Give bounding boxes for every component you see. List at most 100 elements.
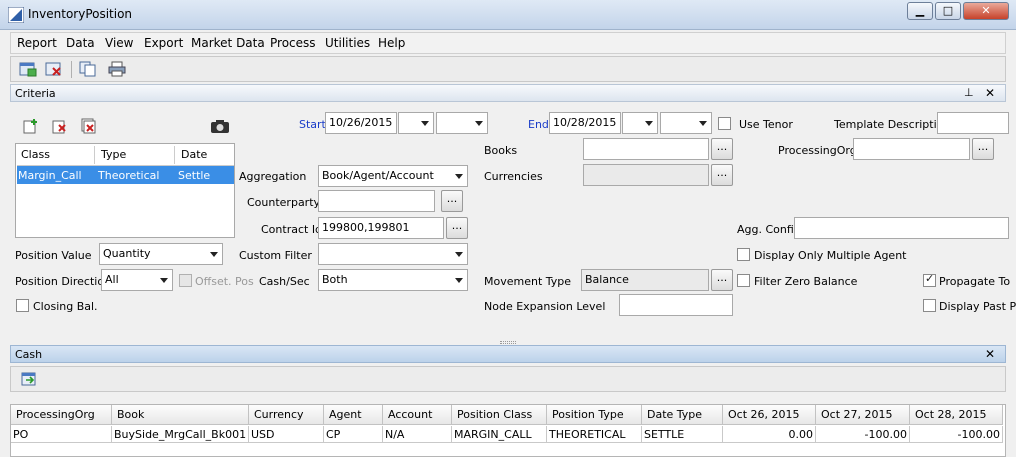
start-date-picker[interactable] — [398, 112, 434, 134]
aggregation-value: Book/Agent/Account — [322, 169, 434, 182]
cash-grid[interactable]: ProcessingOrg Book Currency Agent Accoun… — [10, 404, 1006, 457]
contract-id-input[interactable]: 199800,199801 — [318, 217, 444, 239]
display-only-multiple-agent-checkbox[interactable] — [737, 248, 750, 261]
currencies-label: Currencies — [484, 170, 543, 183]
filter-zero-balance-checkbox[interactable] — [737, 274, 750, 287]
cell-agent[interactable]: CP — [324, 426, 383, 443]
column-divider — [94, 146, 95, 164]
chevron-down-icon — [475, 121, 483, 126]
node-expansion-input[interactable] — [619, 294, 733, 316]
column-header-oct-27[interactable]: Oct 27, 2015 — [816, 405, 910, 425]
export-icon[interactable] — [21, 372, 37, 386]
class-list-header-class: Class — [21, 148, 50, 161]
cash-title: Cash — [15, 348, 43, 361]
use-tenor-checkbox[interactable] — [718, 117, 731, 130]
minimize-button[interactable]: ▁ — [907, 2, 933, 20]
end-time-select[interactable] — [660, 112, 712, 134]
start-time-select[interactable] — [436, 112, 488, 134]
end-date-picker[interactable] — [622, 112, 658, 134]
class-list[interactable]: Class Type Date Margin_Call Theoretical … — [15, 143, 235, 238]
start-label[interactable]: Start — [299, 118, 326, 131]
menu-data[interactable]: Data — [66, 36, 95, 50]
column-header-processing-org[interactable]: ProcessingOrg — [11, 405, 112, 425]
remove-all-icon[interactable] — [81, 118, 97, 134]
processing-org-browse-button[interactable]: ... — [972, 138, 994, 160]
cell-position-class[interactable]: MARGIN_CALL — [452, 426, 547, 443]
cell-date-type[interactable]: SETTLE — [642, 426, 723, 443]
cell-oct-28[interactable]: -100.00 — [910, 426, 1003, 443]
custom-filter-select[interactable] — [318, 243, 468, 265]
position-direction-select[interactable]: All — [101, 269, 173, 291]
agg-config-input[interactable] — [794, 217, 1009, 239]
cell-currency[interactable]: USD — [249, 426, 324, 443]
chevron-down-icon — [455, 174, 463, 179]
processing-org-input[interactable] — [853, 138, 970, 160]
contract-id-browse-button[interactable]: ... — [446, 217, 468, 239]
cell-book[interactable]: BuySide_MrgCall_Bk001 — [112, 426, 249, 443]
minimize-icon: ▁ — [915, 4, 925, 17]
menu-report[interactable]: Report — [17, 36, 57, 50]
currencies-browse-button[interactable]: ... — [711, 164, 733, 186]
propagate-to-checkbox[interactable] — [923, 272, 936, 287]
column-header-position-class[interactable]: Position Class — [452, 405, 547, 425]
menu-export[interactable]: Export — [144, 36, 183, 50]
print-icon[interactable] — [108, 61, 126, 77]
load-icon[interactable] — [19, 61, 37, 77]
aggregation-select[interactable]: Book/Agent/Account — [318, 165, 468, 187]
movement-type-browse-button[interactable]: ... — [711, 269, 733, 291]
template-description-input[interactable] — [937, 112, 1009, 134]
cell-processing-org[interactable]: PO — [11, 426, 112, 443]
counterparty-input[interactable] — [318, 190, 435, 212]
currencies-input[interactable] — [583, 164, 709, 186]
column-header-book[interactable]: Book — [112, 405, 249, 425]
position-value-select[interactable]: Quantity — [99, 243, 223, 265]
column-header-account[interactable]: Account — [383, 405, 452, 425]
panel-splitter[interactable] — [500, 341, 516, 344]
cell-position-type[interactable]: THEORETICAL — [547, 426, 642, 443]
column-header-oct-28[interactable]: Oct 28, 2015 — [910, 405, 1003, 425]
cell-oct-26[interactable]: 0.00 — [723, 426, 816, 443]
counterparty-browse-button[interactable]: ... — [441, 190, 463, 212]
close-cash-icon[interactable]: ✕ — [985, 347, 995, 361]
menu-help[interactable]: Help — [378, 36, 405, 50]
offset-pos-checkbox[interactable] — [179, 274, 192, 287]
closing-bal-checkbox[interactable] — [16, 299, 29, 312]
custom-filter-label: Custom Filter — [239, 249, 312, 262]
camera-icon[interactable] — [210, 118, 230, 134]
close-criteria-icon[interactable]: ✕ — [985, 86, 995, 100]
chevron-down-icon — [455, 278, 463, 283]
counterparty-label: Counterparty — [247, 196, 321, 209]
remove-class-icon[interactable] — [52, 118, 68, 134]
display-past-checkbox[interactable] — [923, 299, 936, 312]
cash-panel-header: Cash ✕ — [10, 345, 1006, 363]
cash-sec-select[interactable]: Both — [318, 269, 468, 291]
column-header-oct-26[interactable]: Oct 26, 2015 — [723, 405, 816, 425]
column-header-agent[interactable]: Agent — [324, 405, 383, 425]
menu-utilities[interactable]: Utilities — [325, 36, 370, 50]
books-browse-button[interactable]: ... — [711, 138, 733, 160]
pin-icon[interactable]: ⊥ — [964, 86, 974, 99]
offset-pos-label: Offset. Pos — [195, 275, 254, 288]
column-header-date-type[interactable]: Date Type — [642, 405, 723, 425]
movement-type-input[interactable]: Balance — [581, 269, 709, 291]
end-date-input[interactable]: 10/28/2015 — [549, 112, 621, 134]
menu-process[interactable]: Process — [270, 36, 316, 50]
maximize-button[interactable]: □ — [935, 2, 961, 20]
clear-icon[interactable] — [45, 61, 63, 77]
menu-view[interactable]: View — [105, 36, 133, 50]
window-title: InventoryPosition — [28, 7, 133, 21]
class-list-row[interactable]: Margin_Call Theoretical Settle — [17, 166, 234, 184]
maximize-icon: □ — [942, 4, 954, 17]
end-label[interactable]: End — [528, 118, 549, 131]
copy-icon[interactable] — [79, 61, 97, 77]
cell-account[interactable]: N/A — [383, 426, 452, 443]
close-window-button[interactable]: ✕ — [963, 2, 1009, 20]
start-date-input[interactable]: 10/26/2015 — [325, 112, 397, 134]
column-header-position-type[interactable]: Position Type — [547, 405, 642, 425]
add-class-icon[interactable] — [23, 118, 39, 134]
cell-oct-27[interactable]: -100.00 — [816, 426, 910, 443]
class-cell: Margin_Call — [18, 169, 82, 182]
books-input[interactable] — [583, 138, 709, 160]
column-header-currency[interactable]: Currency — [249, 405, 324, 425]
menu-market-data[interactable]: Market Data — [191, 36, 265, 50]
